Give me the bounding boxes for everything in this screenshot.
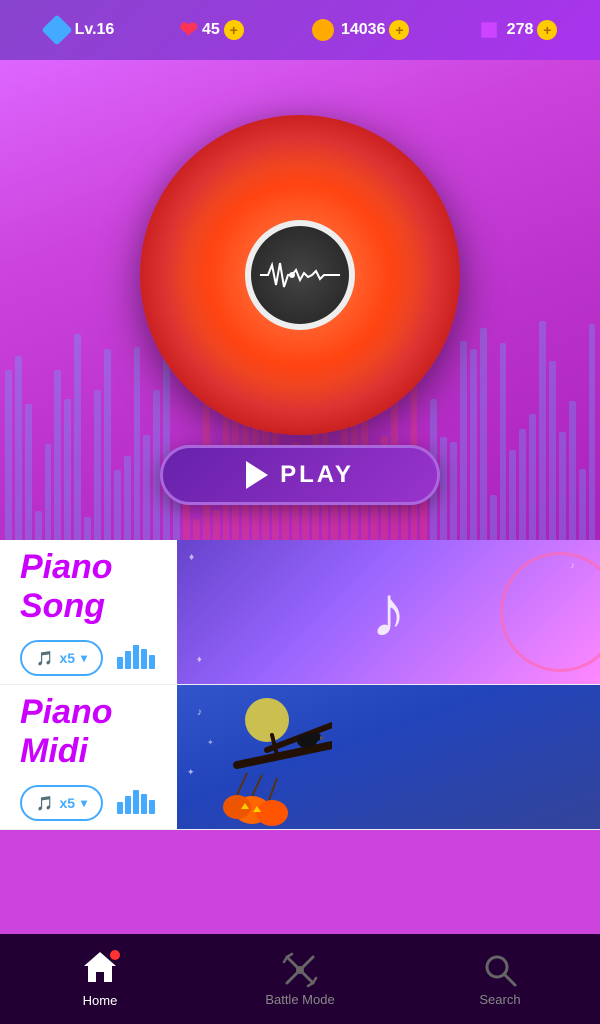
waveform-svg <box>260 255 340 295</box>
svg-text:✦: ✦ <box>187 767 195 777</box>
piano-song-image: ♦ ♪ ♦ ♪ <box>177 540 600 684</box>
note-dot-2: ♪ <box>571 560 576 570</box>
search-icon <box>482 952 518 988</box>
notification-dot <box>110 950 120 960</box>
piano-song-ticket-button[interactable]: 🎵 x5 ▾ <box>20 640 103 676</box>
note-dot-3: ♦ <box>197 654 202 664</box>
piano-midi-card[interactable]: Piano Midi 🎵 x5 ▾ <box>0 685 600 830</box>
midi-ticket-note-icon: 🎵 <box>36 795 53 812</box>
gems-stat: 278 + <box>475 16 558 44</box>
coins-plus-button[interactable]: + <box>389 20 409 40</box>
gems-value: 278 <box>507 21 534 39</box>
diamond-blue-icon <box>43 16 71 44</box>
piano-midi-title: Piano Midi <box>20 693 157 771</box>
nav-battle[interactable]: Battle Mode <box>200 952 400 1007</box>
piano-song-card[interactable]: Piano Song 🎵 x5 ▾ <box>0 540 600 685</box>
arc-decoration <box>500 552 600 672</box>
vinyl-record <box>140 115 460 435</box>
note-dot-1: ♦ <box>189 552 194 563</box>
hearts-plus-button[interactable]: + <box>224 20 244 40</box>
coin-icon <box>309 16 337 44</box>
play-button[interactable]: PLAY <box>160 445 440 505</box>
piano-midi-chart-icon[interactable] <box>117 786 157 821</box>
top-bar: Lv.16 ❤ 45 + 14036 + 278 + <box>0 0 600 60</box>
battle-icon <box>282 952 318 988</box>
coins-stat: 14036 + <box>309 16 410 44</box>
nav-search-label: Search <box>479 992 520 1007</box>
halloween-scene-svg: ♪ ✦ ✦ <box>177 685 332 829</box>
level-stat: Lv.16 <box>43 16 115 44</box>
vinyl-disc <box>140 115 460 435</box>
piano-song-info: Piano Song 🎵 x5 ▾ <box>0 540 177 684</box>
piano-midi-controls: 🎵 x5 ▾ <box>20 785 157 821</box>
play-triangle-icon <box>246 461 268 489</box>
level-value: Lv.16 <box>75 21 115 39</box>
nav-battle-label: Battle Mode <box>265 992 334 1007</box>
play-button-wrapper: PLAY <box>160 445 440 505</box>
home-icon-wrapper <box>82 950 118 989</box>
piano-song-controls: 🎵 x5 ▾ <box>20 640 157 676</box>
svg-text:♪: ♪ <box>197 707 202 718</box>
nav-search[interactable]: Search <box>400 952 600 1007</box>
svg-text:✦: ✦ <box>207 738 214 747</box>
ticket-note-icon: 🎵 <box>36 650 53 667</box>
piano-song-title: Piano Song <box>20 548 157 626</box>
piano-midi-info: Piano Midi 🎵 x5 ▾ <box>0 685 177 829</box>
main-area: PLAY <box>0 60 600 540</box>
hearts-stat: ❤ 45 + <box>180 17 244 43</box>
piano-midi-image: ♪ ✦ ✦ <box>177 685 600 829</box>
heart-icon: ❤ <box>180 17 198 43</box>
chevron-down-icon: ▾ <box>81 651 87 665</box>
bottom-navigation: Home Battle Mode Search <box>0 934 600 1024</box>
midi-chevron-down-icon: ▾ <box>81 796 87 810</box>
piano-midi-ticket-count: x5 <box>59 795 75 811</box>
hearts-value: 45 <box>202 21 220 39</box>
piano-song-chart-icon[interactable] <box>117 641 157 676</box>
gems-plus-button[interactable]: + <box>537 20 557 40</box>
music-note-large-icon: ♪ <box>371 571 407 653</box>
coins-value: 14036 <box>341 21 386 39</box>
piano-midi-ticket-button[interactable]: 🎵 x5 ▾ <box>20 785 103 821</box>
vinyl-center <box>245 220 355 330</box>
nav-home-label: Home <box>83 993 118 1008</box>
song-cards-area: Piano Song 🎵 x5 ▾ <box>0 540 600 830</box>
nav-home[interactable]: Home <box>0 950 200 1008</box>
play-label: PLAY <box>280 461 354 489</box>
gem-icon <box>475 16 503 44</box>
piano-song-ticket-count: x5 <box>59 650 75 666</box>
